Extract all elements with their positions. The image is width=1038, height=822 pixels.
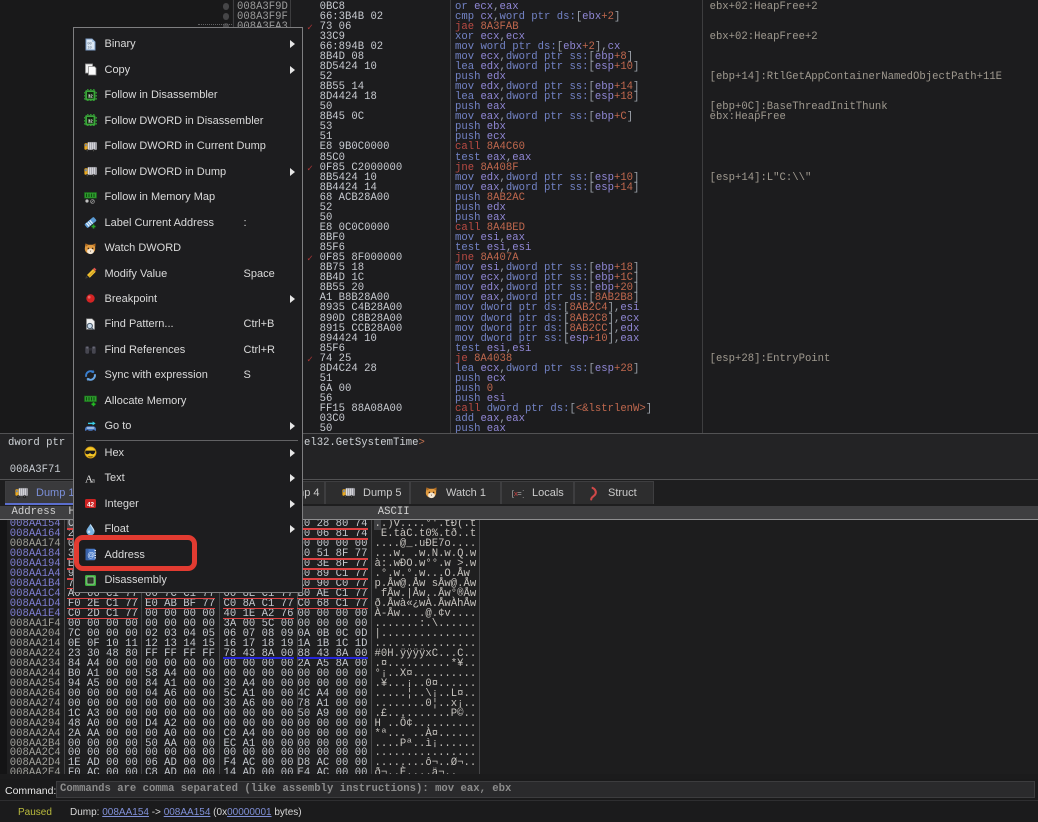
svg-text:42: 42 <box>87 502 95 509</box>
svg-text:10: 10 <box>87 46 91 50</box>
svg-text:32: 32 <box>88 93 93 98</box>
svg-text:32: 32 <box>88 119 93 124</box>
svg-text:a: a <box>92 475 96 484</box>
svg-text:=]: =] <box>517 491 524 499</box>
